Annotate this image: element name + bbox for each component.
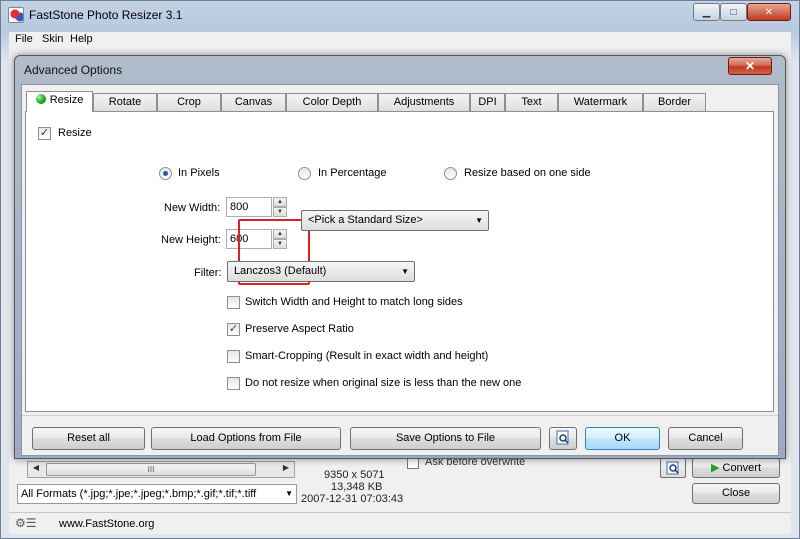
file-list-scrollbar[interactable]: ◀ III ▶: [27, 461, 295, 478]
dialog-close-button[interactable]: ✕: [728, 57, 772, 75]
image-date: 2007-12-31 07:03:43: [301, 493, 404, 505]
radio-one-side[interactable]: [444, 167, 457, 180]
tab-dpi[interactable]: DPI: [470, 93, 505, 111]
convert-button[interactable]: ▶ Convert: [692, 458, 780, 478]
tab-watermark[interactable]: Watermark: [558, 93, 643, 111]
filter-value: Lanczos3 (Default): [234, 265, 327, 277]
tab-resize-label: Resize: [49, 94, 84, 106]
standard-size-value: <Pick a Standard Size>: [308, 214, 423, 226]
no-upscale-checkbox[interactable]: [227, 377, 240, 390]
menu-skin[interactable]: Skin: [42, 33, 63, 45]
main-titlebar: FastStone Photo Resizer 3.1 ▁ □ ✕: [1, 1, 799, 29]
cancel-button[interactable]: Cancel: [668, 427, 743, 450]
minimize-button[interactable]: ▁: [693, 3, 720, 21]
filter-label: Filter:: [194, 267, 222, 279]
format-filter-select[interactable]: All Formats (*.jpg;*.jpe;*.jpeg;*.bmp;*.…: [17, 484, 297, 504]
resize-checkbox-label: Resize: [58, 127, 92, 139]
format-filter-value: All Formats (*.jpg;*.jpe;*.jpeg;*.bmp;*.…: [21, 488, 257, 500]
radio-in-pixels[interactable]: [159, 167, 172, 180]
dialog-body: Resize Rotate Crop Canvas Color Depth Ad…: [21, 84, 779, 456]
scroll-right-icon[interactable]: ▶: [279, 463, 293, 476]
ok-button[interactable]: OK: [585, 427, 660, 450]
save-options-button[interactable]: Save Options to File: [350, 427, 541, 450]
image-file-size: 13,348 KB: [331, 481, 383, 493]
magnifier-icon: [556, 430, 569, 445]
preserve-aspect-checkbox[interactable]: ✓: [227, 323, 240, 336]
spin-down-icon[interactable]: ▼: [273, 207, 287, 217]
status-url[interactable]: www.FastStone.org: [59, 518, 154, 530]
faststone-logo-icon: ⚙☰: [15, 516, 37, 530]
menubar: File Skin Help: [9, 32, 791, 48]
tab-resize[interactable]: Resize: [26, 91, 93, 112]
app-title: FastStone Photo Resizer 3.1: [29, 8, 183, 22]
smart-cropping-checkbox[interactable]: [227, 350, 240, 363]
switch-sides-label: Switch Width and Height to match long si…: [245, 296, 463, 308]
advanced-options-dialog: Advanced Options ✕ Resize Rotate Crop Ca…: [14, 55, 786, 459]
menu-help[interactable]: Help: [70, 33, 93, 45]
chevron-down-icon: ▼: [475, 216, 483, 225]
tab-rotate[interactable]: Rotate: [93, 93, 157, 111]
convert-label: Convert: [722, 462, 762, 474]
scroll-left-icon[interactable]: ◀: [29, 463, 43, 476]
play-icon: ▶: [710, 462, 720, 474]
radio-in-pixels-label: In Pixels: [178, 167, 220, 179]
spin-up-icon[interactable]: ▲: [273, 197, 287, 207]
new-width-label: New Width:: [164, 202, 221, 214]
standard-size-select[interactable]: <Pick a Standard Size> ▼: [301, 210, 489, 231]
close-button[interactable]: Close: [692, 483, 780, 504]
tab-crop[interactable]: Crop: [157, 93, 221, 111]
main-close-button[interactable]: ✕: [747, 3, 791, 21]
tab-canvas[interactable]: Canvas: [221, 93, 286, 111]
magnifier-icon: [666, 461, 679, 475]
radio-one-side-label: Resize based on one side: [464, 167, 591, 179]
browse-folder-button[interactable]: [660, 458, 686, 478]
new-width-spinner[interactable]: ▲ ▼: [273, 197, 287, 217]
radio-in-percentage[interactable]: [298, 167, 311, 180]
active-dot-icon: [35, 94, 46, 104]
scroll-thumb[interactable]: III: [46, 463, 256, 476]
tab-border[interactable]: Border: [643, 93, 706, 111]
tab-color-depth[interactable]: Color Depth: [286, 93, 378, 111]
new-width-input[interactable]: 800: [226, 197, 272, 217]
status-bar: ⚙☰ www.FastStone.org: [9, 512, 791, 534]
smart-cropping-label: Smart-Cropping (Result in exact width an…: [245, 350, 489, 362]
resize-checkbox[interactable]: ✓: [38, 127, 51, 140]
new-height-label: New Height:: [161, 234, 221, 246]
reset-all-button[interactable]: Reset all: [32, 427, 145, 450]
preserve-aspect-label: Preserve Aspect Ratio: [245, 323, 354, 335]
image-dimensions: 9350 x 5071: [324, 469, 385, 481]
maximize-button[interactable]: □: [720, 3, 747, 21]
filter-select[interactable]: Lanczos3 (Default) ▼: [227, 261, 415, 282]
dialog-footer: Reset all Load Options from File Save Op…: [22, 415, 778, 455]
dialog-title: Advanced Options: [24, 63, 123, 77]
app-logo-icon: [8, 7, 24, 23]
no-upscale-label: Do not resize when original size is less…: [245, 377, 522, 389]
chevron-down-icon: ▼: [285, 489, 293, 498]
preview-button[interactable]: [549, 427, 577, 450]
resize-panel: ✓ Resize In Pixels In Percentage Resize …: [25, 111, 774, 412]
chevron-down-icon: ▼: [401, 267, 409, 276]
load-options-button[interactable]: Load Options from File: [151, 427, 341, 450]
tab-text[interactable]: Text: [505, 93, 558, 111]
menu-file[interactable]: File: [15, 33, 33, 45]
radio-in-percentage-label: In Percentage: [318, 167, 387, 179]
switch-sides-checkbox[interactable]: [227, 296, 240, 309]
tab-adjustments[interactable]: Adjustments: [378, 93, 470, 111]
